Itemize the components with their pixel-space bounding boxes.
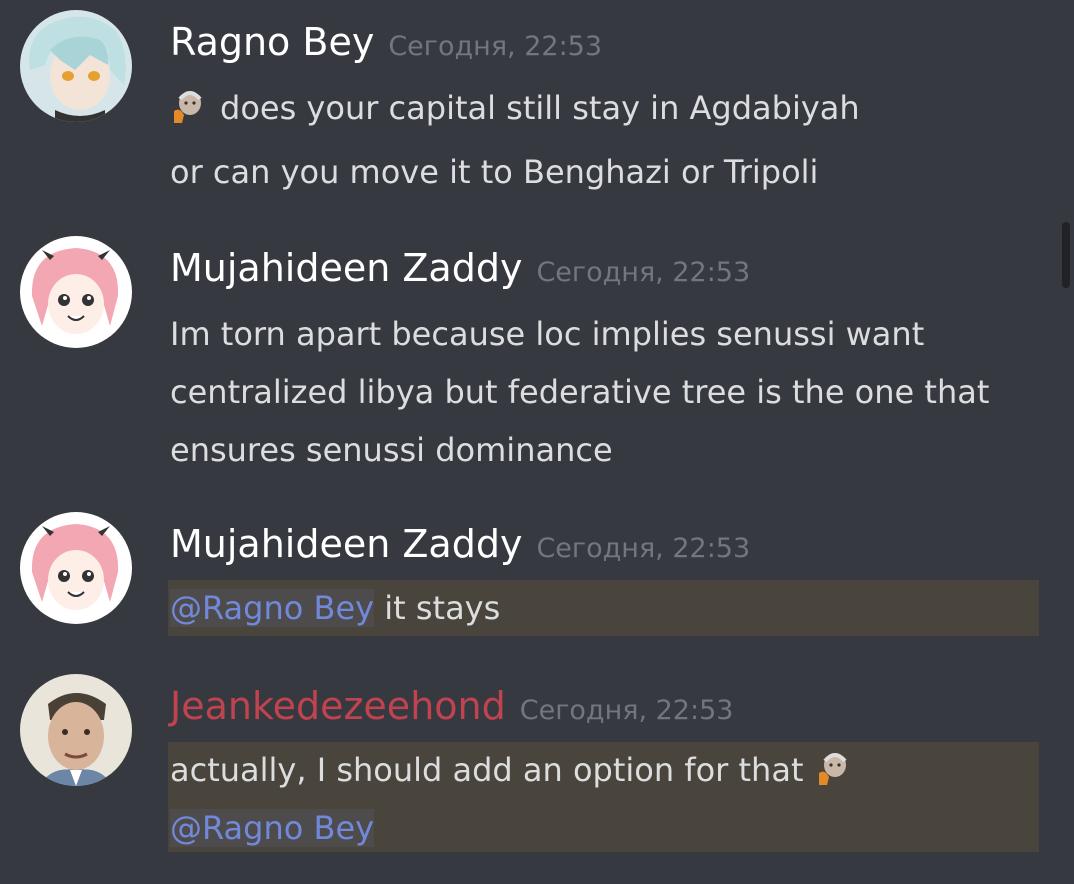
username[interactable]: Ragno Bey (170, 20, 374, 64)
timestamp: Сегодня, 22:53 (536, 257, 751, 288)
message-line: Im torn apart because loc implies senuss… (170, 314, 924, 354)
message-text: it stays (384, 589, 501, 627)
message-text: centralized libya but federative tree is… (170, 373, 990, 411)
message-line: actually, I should add an option for tha… (170, 750, 849, 790)
user-mention[interactable]: @Ragno Bey (170, 809, 375, 847)
avatar[interactable] (20, 236, 132, 348)
scrollbar-thumb[interactable] (1062, 222, 1070, 288)
username[interactable]: Mujahideen Zaddy (170, 522, 522, 566)
timestamp: Сегодня, 22:53 (388, 31, 603, 62)
message-line: centralized libya but federative tree is… (170, 372, 989, 412)
username[interactable]: Jeankedezeehond (170, 684, 506, 728)
timestamp: Сегодня, 22:53 (519, 695, 734, 726)
message-line: does your capital still stay in Agdabiya… (170, 88, 860, 128)
message-text: ensures senussi dominance (170, 431, 613, 469)
message-line: @Ragno Bey (170, 808, 375, 848)
message-text: or can you move it to Benghazi or Tripol… (170, 153, 819, 191)
message-text: does your capital still stay in Agdabiya… (220, 89, 860, 127)
old-man-face-emoji-icon[interactable] (815, 751, 849, 787)
user-mention[interactable]: @Ragno Bey (170, 589, 375, 627)
avatar[interactable] (20, 674, 132, 786)
message-line: @Ragno Bey it stays (170, 588, 500, 628)
avatar[interactable] (20, 512, 132, 624)
chat-message-list: Ragno Bey Сегодня, 22:53 does your capita… (0, 0, 1074, 884)
message-line: or can you move it to Benghazi or Tripol… (170, 152, 818, 192)
message-line: ensures senussi dominance (170, 430, 613, 470)
old-man-face-emoji-icon[interactable] (170, 89, 204, 125)
username[interactable]: Mujahideen Zaddy (170, 246, 522, 290)
timestamp: Сегодня, 22:53 (536, 533, 751, 564)
message-text: actually, I should add an option for tha… (170, 751, 804, 789)
message-text: Im torn apart because loc implies senuss… (170, 315, 925, 353)
avatar[interactable] (20, 10, 132, 122)
